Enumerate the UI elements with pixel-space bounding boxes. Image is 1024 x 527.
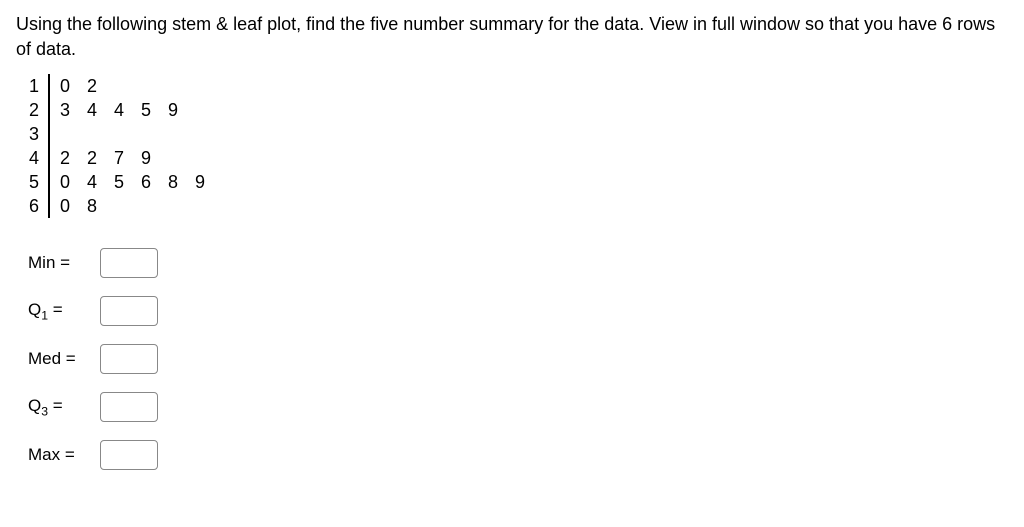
stem-leaf-divider <box>48 170 50 194</box>
leaf-values: 0 8 <box>60 196 103 217</box>
stem-leaf-row: 3 <box>26 122 1008 146</box>
q1-label-prefix: Q <box>28 300 41 319</box>
q3-label-prefix: Q <box>28 396 41 415</box>
max-label: Max = <box>28 445 100 465</box>
q1-label: Q1 = <box>28 300 100 322</box>
med-input[interactable] <box>100 344 158 374</box>
q3-label: Q3 = <box>28 396 100 418</box>
stem-value: 1 <box>26 76 48 97</box>
leaf-values: 2 2 7 9 <box>60 148 157 169</box>
stem-leaf-row: 6 0 8 <box>26 194 1008 218</box>
answer-row-min: Min = <box>28 248 1008 278</box>
stem-leaf-row: 2 3 4 4 5 9 <box>26 98 1008 122</box>
q1-input[interactable] <box>100 296 158 326</box>
stem-leaf-divider <box>48 98 50 122</box>
q1-label-suffix: = <box>48 300 63 319</box>
stem-value: 4 <box>26 148 48 169</box>
question-text: Using the following stem & leaf plot, fi… <box>16 12 1008 62</box>
stem-leaf-row: 4 2 2 7 9 <box>26 146 1008 170</box>
stem-value: 2 <box>26 100 48 121</box>
stem-leaf-divider <box>48 194 50 218</box>
min-input[interactable] <box>100 248 158 278</box>
answer-row-max: Max = <box>28 440 1008 470</box>
med-label: Med = <box>28 349 100 369</box>
answer-row-q1: Q1 = <box>28 296 1008 326</box>
stem-value: 6 <box>26 196 48 217</box>
q3-input[interactable] <box>100 392 158 422</box>
answer-row-med: Med = <box>28 344 1008 374</box>
leaf-values: 3 4 4 5 9 <box>60 100 184 121</box>
leaf-values: 0 4 5 6 8 9 <box>60 172 211 193</box>
stem-value: 3 <box>26 124 48 145</box>
stem-leaf-plot: 1 0 2 2 3 4 4 5 9 3 4 2 2 7 9 5 0 4 5 6 … <box>26 74 1008 218</box>
leaf-values: 0 2 <box>60 76 103 97</box>
stem-leaf-row: 5 0 4 5 6 8 9 <box>26 170 1008 194</box>
min-label: Min = <box>28 253 100 273</box>
answer-row-q3: Q3 = <box>28 392 1008 422</box>
stem-leaf-divider <box>48 122 50 146</box>
max-input[interactable] <box>100 440 158 470</box>
stem-leaf-divider <box>48 74 50 98</box>
q3-label-suffix: = <box>48 396 63 415</box>
stem-leaf-divider <box>48 146 50 170</box>
answers-section: Min = Q1 = Med = Q3 = Max = <box>28 248 1008 470</box>
stem-leaf-row: 1 0 2 <box>26 74 1008 98</box>
stem-value: 5 <box>26 172 48 193</box>
